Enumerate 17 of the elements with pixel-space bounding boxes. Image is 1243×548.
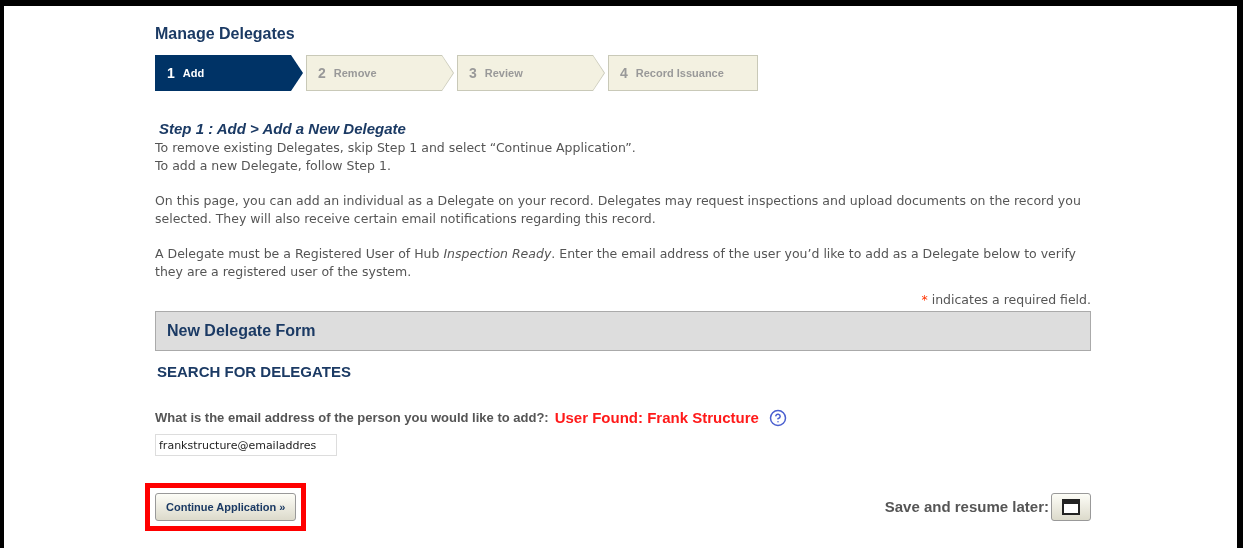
help-icon[interactable] [768, 408, 787, 427]
step-tab[interactable]: 1 Add [155, 55, 303, 91]
field-label: What is the email address of the person you would like to add?: [155, 409, 549, 427]
form-header: New Delegate Form [155, 311, 1091, 351]
status-text: User Found: Frank Structure [554, 407, 759, 428]
step-heading: Step 1 : Add > Add a New Delegate [159, 119, 407, 139]
paragraph: A Delegate must be a Registered User of Hub Inspection Ready. Enter the email address of the user you’d like to add as a Delegate below to verify they are a registered user of the system. [155, 245, 1077, 281]
continue-button[interactable]: Continue Application » [155, 493, 297, 521]
intro-text: To remove existing Delegates, skip Step 1 and select “Continue Application”. [155, 139, 637, 157]
required-note: * indicates a required field. [921, 291, 1091, 309]
intro-text: To add a new Delegate, follow Step 1. [155, 157, 392, 175]
email-field[interactable]: frankstructure@emailaddres [155, 434, 337, 456]
save-label: Save and resume later: [884, 496, 1049, 517]
page-title: Manage Delegates [155, 24, 296, 44]
paragraph: On this page, you can add an individual as a Delegate on your record. Delegates may request inspections and upload documents on the record you selected. They will also receive certain email notifications regarding this record. [155, 192, 1082, 228]
save-button[interactable] [1051, 493, 1091, 521]
section-title: SEARCH FOR DELEGATES [157, 362, 352, 382]
